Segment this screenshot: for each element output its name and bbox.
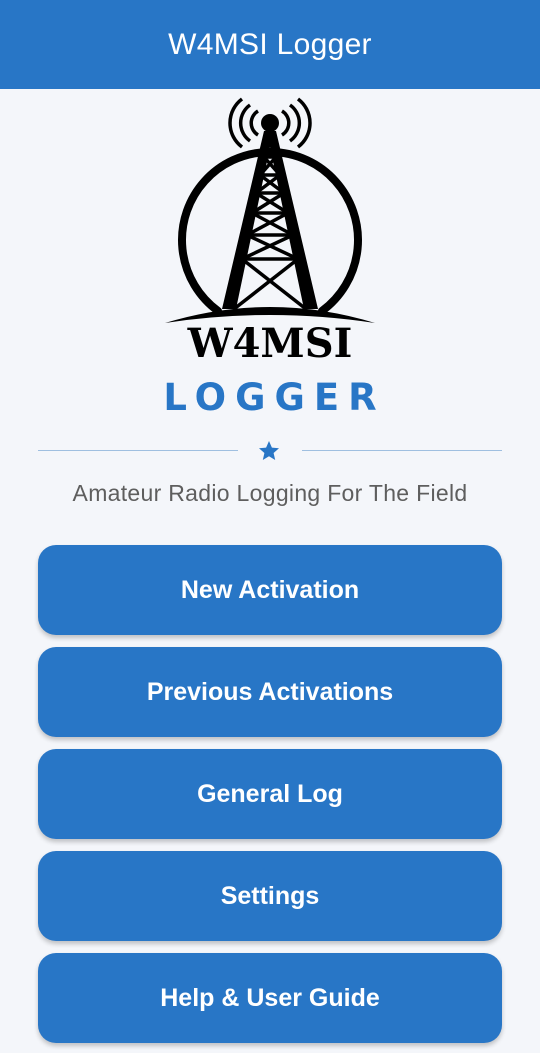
divider-right	[302, 450, 502, 451]
divider-left	[38, 450, 238, 451]
general-log-label: General Log	[197, 779, 343, 808]
radio-tower-logo: W4MSI	[165, 97, 375, 365]
star-icon	[259, 441, 279, 460]
app-title: W4MSI Logger	[168, 27, 372, 61]
previous-activations-button[interactable]: Previous Activations	[38, 647, 502, 737]
settings-button[interactable]: Settings	[38, 851, 502, 941]
previous-activations-label: Previous Activations	[146, 677, 394, 706]
general-log-button[interactable]: General Log	[38, 749, 502, 839]
new-activation-label: New Activation	[180, 575, 360, 604]
new-activation-button[interactable]: New Activation	[38, 545, 502, 635]
help-guide-button[interactable]: Help & User Guide	[38, 953, 502, 1043]
logo-wordmark: W4MSI	[187, 320, 353, 365]
brand-subtitle: LOGGER	[163, 376, 386, 419]
tagline: Amateur Radio Logging For The Field	[72, 480, 468, 506]
help-guide-label: Help & User Guide	[160, 983, 380, 1012]
app-bar: W4MSI Logger	[0, 0, 540, 89]
settings-label: Settings	[220, 881, 320, 910]
